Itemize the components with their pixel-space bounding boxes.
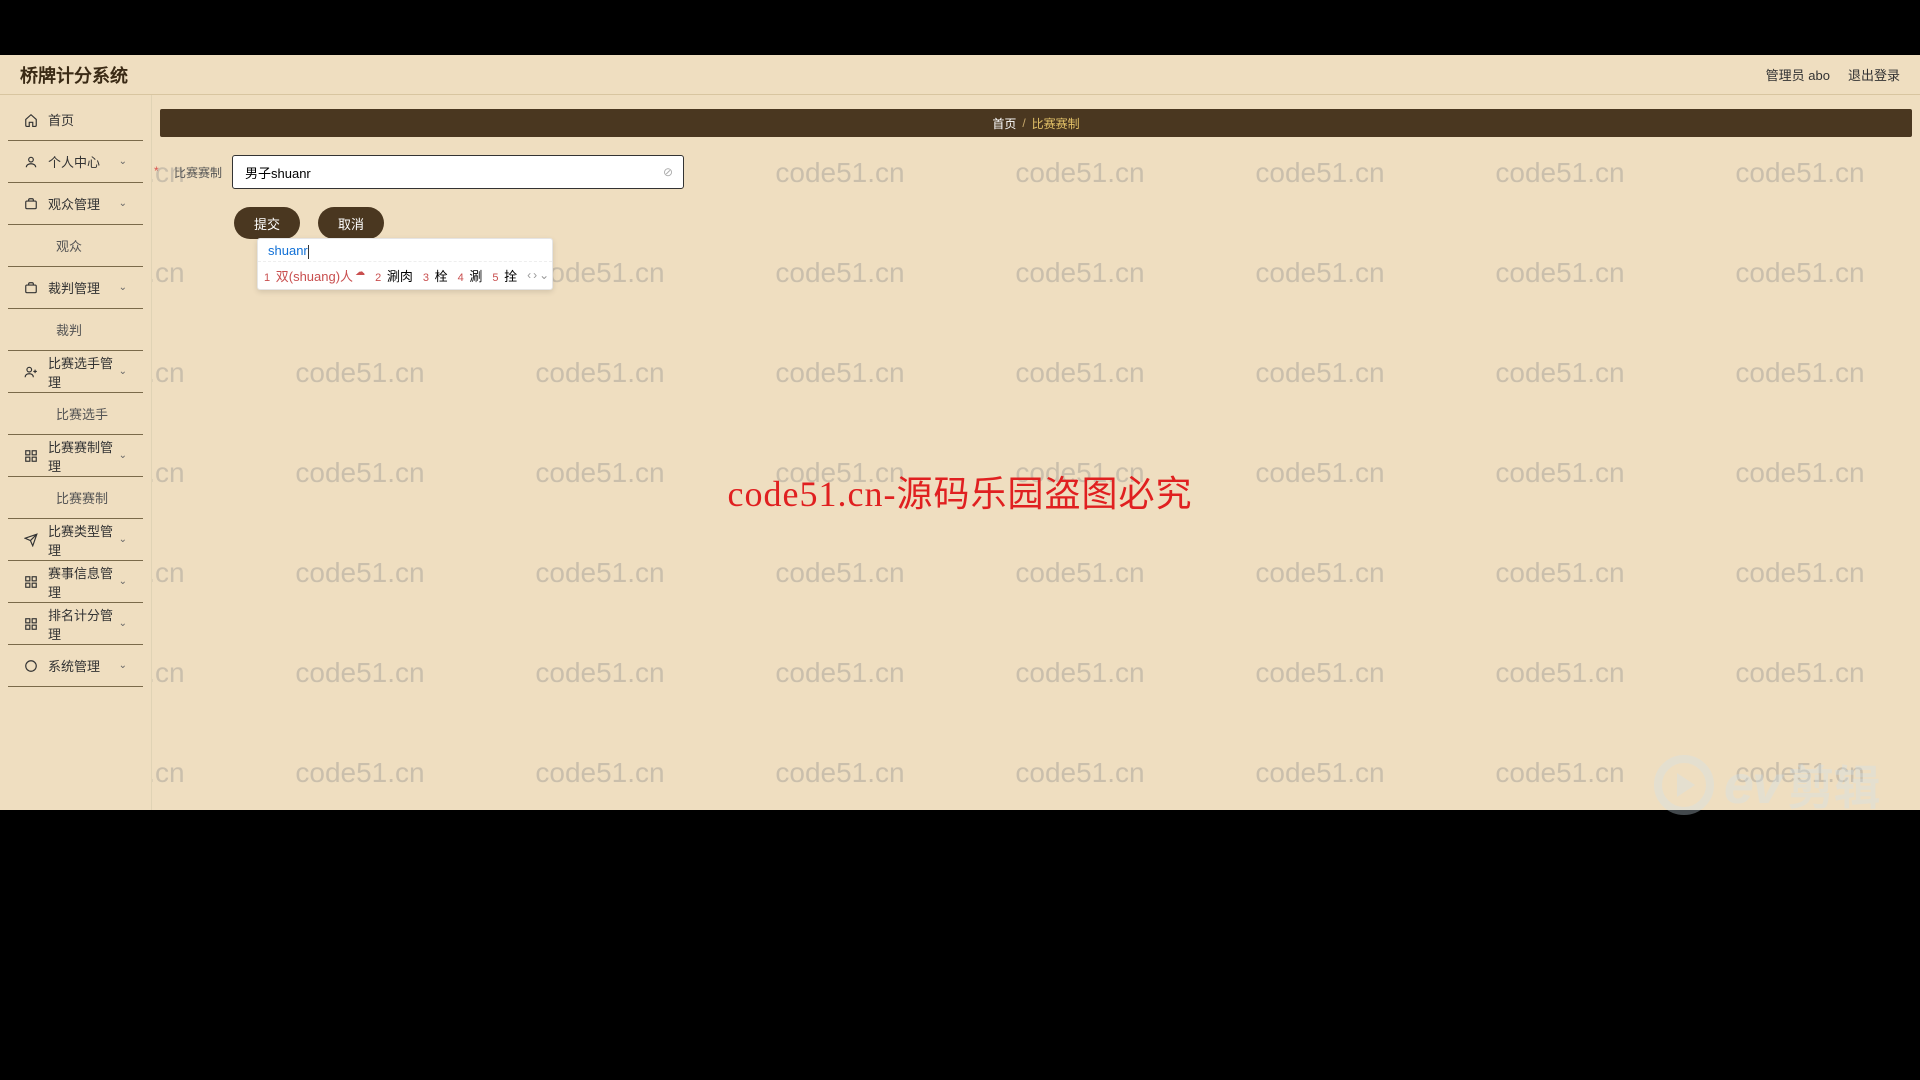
sidebar-item-label: 首页	[48, 110, 74, 129]
chevron-down-icon: ⌄	[119, 534, 127, 545]
sidebar-item-label: 比赛类型管理	[48, 521, 119, 559]
sidebar-item-11[interactable]: 赛事信息管理⌄	[8, 561, 143, 603]
sidebar-item-label: 观众管理	[48, 194, 100, 213]
center-watermark: code51.cn-源码乐园盗图必究	[728, 465, 1193, 517]
form-row-format: 比赛赛制 ⊘	[162, 155, 1910, 189]
ime-candidate-1[interactable]: 1 双(shuang)人☁	[264, 266, 365, 285]
main-wrap: 首页个人中心⌄观众管理⌄观众裁判管理⌄裁判比赛选手管理⌄比赛选手比赛赛制管理⌄比…	[0, 95, 1920, 810]
grid-icon	[24, 617, 38, 631]
chevron-down-icon: ⌄	[119, 576, 127, 587]
sidebar-item-label: 裁判管理	[48, 278, 100, 297]
input-clear-icon[interactable]: ⊘	[660, 164, 676, 180]
chevron-down-icon: ⌄	[119, 618, 127, 629]
content-area: 首页 / 比赛赛制 比赛赛制 ⊘ 提交 取消	[152, 95, 1920, 810]
app-viewport: code51.cncode51.cncode51.cncode51.cncode…	[0, 55, 1920, 810]
ime-candidate-4[interactable]: 4 涮	[458, 266, 483, 285]
form-input-wrap: ⊘	[232, 155, 684, 189]
sidebar-item-1[interactable]: 个人中心 ⌄	[8, 141, 143, 183]
sidebar-item-label: 观众	[56, 236, 82, 255]
sidebar-item-9[interactable]: 比赛赛制	[8, 477, 143, 519]
sidebar-item-6[interactable]: 比赛选手管理⌄	[8, 351, 143, 393]
briefcase-icon	[24, 197, 38, 211]
ime-more-icon[interactable]: ⌄	[539, 268, 549, 282]
sidebar-item-3[interactable]: 观众	[8, 225, 143, 267]
button-row: 提交 取消	[162, 207, 1910, 239]
ime-candidate-5[interactable]: 5 拴	[492, 266, 517, 285]
chevron-down-icon: ⌄	[119, 282, 127, 293]
ime-composition-text: shuanr	[268, 243, 308, 258]
grid-icon	[24, 449, 38, 463]
ime-composition: shuanr	[258, 239, 552, 262]
chevron-down-icon: ⌄	[119, 366, 127, 377]
ime-candidate-row: 1 双(shuang)人☁ 2 涮肉 3 栓 4 涮 5 拴 ‹ › ⌄	[258, 262, 552, 289]
sidebar-item-label: 比赛赛制	[56, 488, 108, 507]
sidebar-item-label: 赛事信息管理	[48, 563, 119, 601]
breadcrumb-current: 比赛赛制	[1032, 115, 1080, 132]
app-title: 桥牌计分系统	[20, 62, 128, 88]
circle-icon	[24, 659, 38, 673]
sidebar-item-label: 比赛选手管理	[48, 353, 119, 391]
app-header: 桥牌计分系统 管理员 abo 退出登录	[0, 55, 1920, 95]
sidebar-item-label: 个人中心	[48, 152, 100, 171]
sidebar-item-7[interactable]: 比赛选手	[8, 393, 143, 435]
ime-candidate-2[interactable]: 2 涮肉	[375, 266, 413, 285]
ime-candidate-3[interactable]: 3 栓	[423, 266, 448, 285]
logout-link[interactable]: 退出登录	[1848, 65, 1900, 84]
brand-play-icon	[1654, 755, 1714, 815]
sidebar-item-0[interactable]: 首页	[8, 99, 143, 141]
sidebar-item-label: 排名计分管理	[48, 605, 119, 643]
breadcrumb: 首页 / 比赛赛制	[160, 109, 1912, 137]
breadcrumb-sep: /	[1022, 116, 1025, 130]
person-add-icon	[24, 365, 38, 379]
home-icon	[24, 113, 38, 127]
sidebar-item-13[interactable]: 系统管理 ⌄	[8, 645, 143, 687]
header-right: 管理员 abo 退出登录	[1766, 65, 1900, 84]
chevron-down-icon: ⌄	[119, 156, 127, 167]
sidebar-item-10[interactable]: 比赛类型管理⌄	[8, 519, 143, 561]
chevron-down-icon: ⌄	[119, 198, 127, 209]
sidebar-item-4[interactable]: 裁判管理 ⌄	[8, 267, 143, 309]
sidebar-item-8[interactable]: 比赛赛制管理⌄	[8, 435, 143, 477]
submit-button[interactable]: 提交	[234, 207, 300, 239]
chevron-down-icon: ⌄	[119, 660, 127, 671]
sidebar-item-label: 比赛选手	[56, 404, 108, 423]
plane-icon	[24, 533, 38, 547]
grid-icon	[24, 575, 38, 589]
sidebar: 首页个人中心⌄观众管理⌄观众裁判管理⌄裁判比赛选手管理⌄比赛选手比赛赛制管理⌄比…	[0, 95, 152, 810]
ime-prev-icon[interactable]: ‹	[527, 268, 531, 282]
user-icon	[24, 155, 38, 169]
current-user-label[interactable]: 管理员 abo	[1766, 65, 1830, 84]
sidebar-item-5[interactable]: 裁判	[8, 309, 143, 351]
brand-text-en: ev	[1724, 754, 1780, 816]
sidebar-item-label: 比赛赛制管理	[48, 437, 119, 475]
breadcrumb-root[interactable]: 首页	[992, 115, 1016, 132]
sidebar-item-label: 裁判	[56, 320, 82, 339]
brand-text-cjk: 剪辑	[1788, 752, 1880, 818]
ime-popup: shuanr 1 双(shuang)人☁ 2 涮肉 3 栓 4 涮 5 拴 ‹ › ⌄	[257, 238, 553, 290]
briefcase-icon	[24, 281, 38, 295]
sidebar-item-12[interactable]: 排名计分管理⌄	[8, 603, 143, 645]
sidebar-item-label: 系统管理	[48, 656, 100, 675]
ime-nav: ‹ › ⌄	[527, 268, 549, 282]
brand-mark: ev 剪辑	[1654, 752, 1880, 818]
chevron-down-icon: ⌄	[119, 450, 127, 461]
format-input[interactable]	[232, 155, 684, 189]
ime-next-icon[interactable]: ›	[533, 268, 537, 282]
cancel-button[interactable]: 取消	[318, 207, 384, 239]
form-label-format: 比赛赛制	[162, 164, 222, 181]
sidebar-item-2[interactable]: 观众管理 ⌄	[8, 183, 143, 225]
